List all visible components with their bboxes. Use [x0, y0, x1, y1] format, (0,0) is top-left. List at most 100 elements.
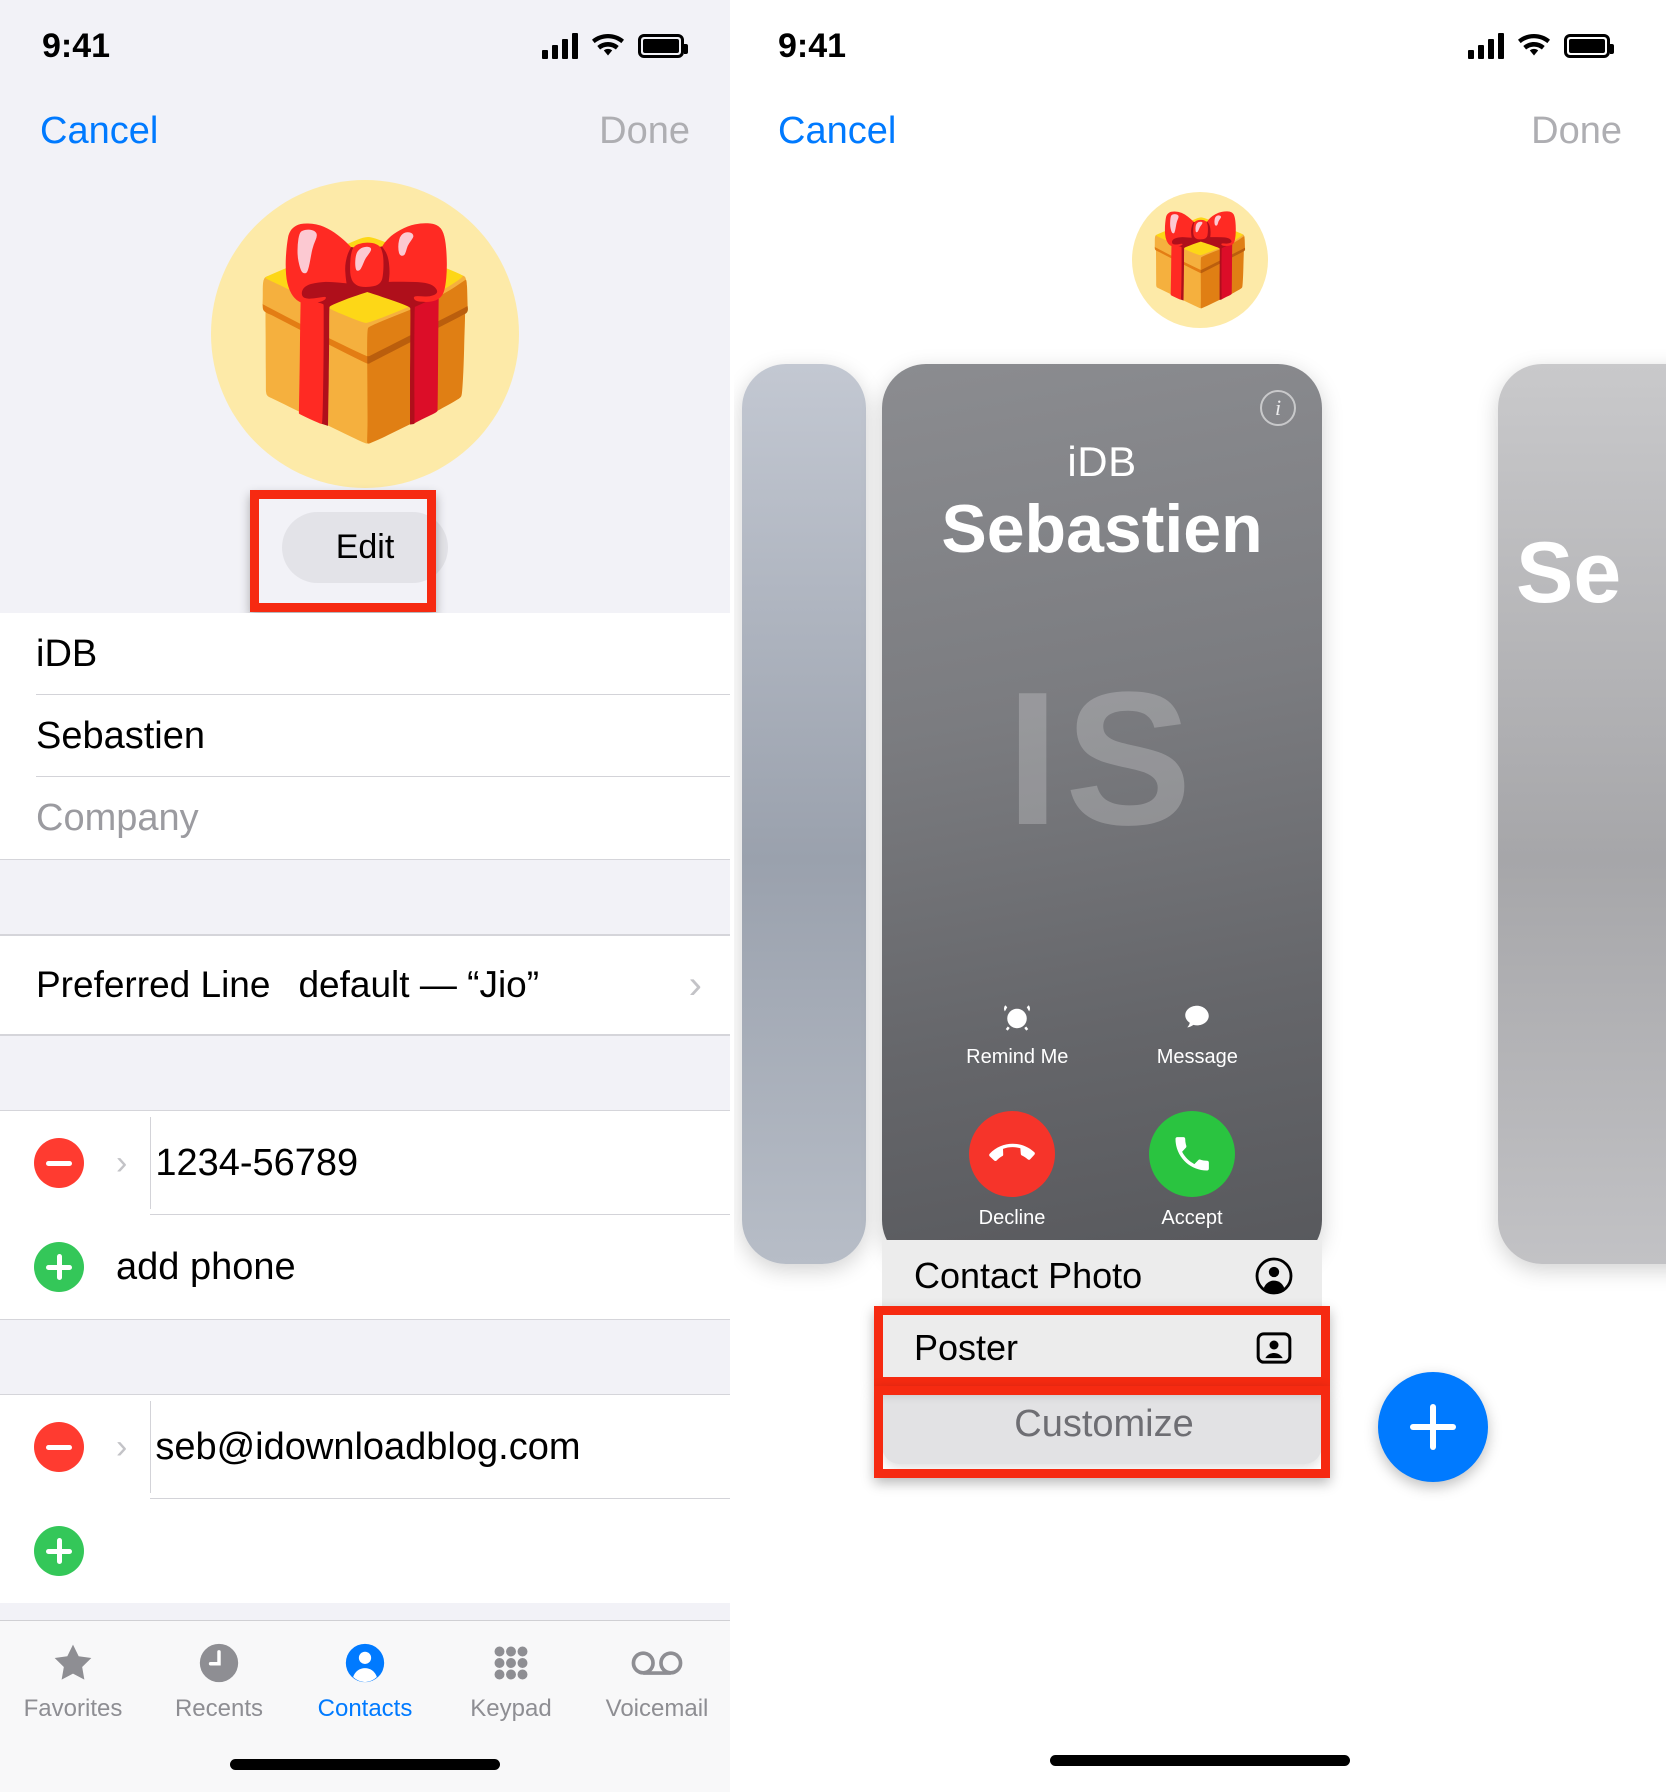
remind-me-button[interactable]: Remind Me: [966, 1002, 1068, 1069]
alarm-clock-icon: [1002, 1002, 1032, 1038]
add-phone-label: add phone: [116, 1245, 296, 1288]
remind-me-label: Remind Me: [966, 1046, 1069, 1068]
poster-first-line: iDB: [1067, 438, 1137, 485]
cancel-button[interactable]: Cancel: [40, 110, 158, 153]
add-poster-button[interactable]: [1378, 1372, 1488, 1482]
edit-button[interactable]: Edit: [281, 512, 449, 583]
cellular-bars-icon: [542, 33, 578, 59]
right-phone-screen: 9:41 Cancel Done 🎁 Se i iDB Sebastien IS…: [730, 0, 1666, 1792]
status-time: 9:41: [42, 26, 111, 65]
phone-value: 1234-56789: [155, 1141, 359, 1184]
secondary-actions-row: Remind Me Message: [882, 1002, 1322, 1069]
cellular-bars-icon: [1468, 33, 1504, 59]
name-fields-group: iDB Sebastien Company: [0, 613, 730, 859]
decline-button[interactable]: Decline: [969, 1111, 1055, 1230]
entry-divider: [150, 1117, 151, 1209]
add-email-row[interactable]: [0, 1499, 730, 1603]
done-button[interactable]: Done: [599, 110, 690, 153]
left-phone-screen: 9:41 Cancel Done 🎁 Edit iDB Sebastien Co…: [0, 0, 730, 1792]
tab-label: Favorites: [23, 1695, 123, 1722]
last-name-value: Sebastien: [36, 714, 206, 757]
add-email-icon[interactable]: [34, 1526, 84, 1576]
tab-contacts[interactable]: Contacts: [292, 1639, 438, 1723]
status-indicators: [542, 33, 688, 59]
contact-avatar[interactable]: 🎁: [211, 180, 519, 488]
chevron-right-icon: ›: [688, 962, 702, 1007]
accept-label: Accept: [1161, 1207, 1223, 1229]
add-phone-row[interactable]: add phone: [0, 1215, 730, 1319]
section-gap-3: [0, 1319, 730, 1395]
home-indicator: [230, 1759, 500, 1770]
previous-poster-card[interactable]: [742, 364, 866, 1264]
poster-card-icon: [1254, 1328, 1294, 1368]
battery-full-icon: [1564, 34, 1614, 58]
poster-preview-card[interactable]: i iDB Sebastien IS Remind Me Message Dec…: [882, 364, 1322, 1264]
tab-voicemail[interactable]: Voicemail: [584, 1639, 730, 1723]
done-button[interactable]: Done: [1531, 110, 1622, 153]
phone-icon: [1149, 1111, 1235, 1197]
call-actions: Remind Me Message Decline Accept: [882, 1002, 1322, 1264]
tab-recents[interactable]: Recents: [146, 1639, 292, 1723]
tab-keypad[interactable]: Keypad: [438, 1639, 584, 1723]
wifi-icon: [1518, 34, 1550, 58]
phone-down-icon: [969, 1111, 1055, 1197]
right-status-bar: 9:41: [734, 0, 1666, 92]
entry-divider: [150, 1401, 151, 1493]
person-circle-icon: [1254, 1256, 1294, 1296]
battery-full-icon: [638, 34, 688, 58]
clock-icon: [196, 1639, 242, 1687]
primary-actions-row: Decline Accept: [882, 1111, 1322, 1230]
left-status-bar: 9:41: [0, 0, 730, 92]
remove-phone-icon[interactable]: [34, 1138, 84, 1188]
keypad-grid-icon: [488, 1639, 534, 1687]
option-label: Customize: [1014, 1402, 1194, 1445]
poster-carousel: Se i iDB Sebastien IS Remind Me Message …: [734, 364, 1666, 1274]
poster-options-sheet: Contact Photo Poster Customize: [882, 1240, 1322, 1464]
contact-avatar[interactable]: 🎁: [1132, 192, 1268, 328]
tab-label: Recents: [174, 1695, 264, 1722]
last-name-row[interactable]: Sebastien: [0, 695, 730, 777]
poster-second-line: Sebastien: [941, 491, 1263, 567]
option-label: Contact Photo: [914, 1255, 1143, 1296]
add-phone-icon[interactable]: [34, 1242, 84, 1292]
star-icon: [50, 1639, 96, 1687]
person-circle-icon: [342, 1639, 388, 1687]
tab-label: Keypad: [470, 1695, 552, 1722]
preferred-line-row[interactable]: Preferred Line default — “Jio” ›: [0, 935, 730, 1035]
screenshot-root: 9:41 Cancel Done 🎁 Edit iDB Sebastien Co…: [0, 0, 1666, 1792]
email-entry-row[interactable]: › seb@idownloadblog.com: [0, 1395, 730, 1499]
cancel-button[interactable]: Cancel: [778, 110, 896, 153]
tab-favorites[interactable]: Favorites: [0, 1639, 146, 1723]
option-label: Poster: [914, 1327, 1019, 1368]
section-gap-1: [0, 859, 730, 935]
message-button[interactable]: Message: [1157, 1002, 1238, 1069]
option-contact-photo[interactable]: Contact Photo: [882, 1240, 1322, 1312]
gift-emoji-icon: 🎁: [1145, 210, 1255, 309]
info-icon[interactable]: i: [1260, 390, 1296, 426]
option-customize[interactable]: Customize: [882, 1384, 1322, 1464]
company-placeholder: Company: [36, 796, 199, 839]
voicemail-icon: [631, 1639, 683, 1687]
message-bubble-icon: [1182, 1002, 1212, 1038]
poster-name-block: iDB Sebastien: [882, 438, 1322, 568]
decline-label: Decline: [978, 1207, 1046, 1229]
tab-label: Voicemail: [605, 1695, 709, 1722]
tab-label: Contacts: [317, 1695, 413, 1722]
left-nav-bar: Cancel Done: [0, 92, 730, 170]
preferred-line-value: default — “Jio”: [298, 964, 540, 1005]
remove-email-icon[interactable]: [34, 1422, 84, 1472]
tab-bar: Favorites Recents Contacts Keypad Voicem…: [0, 1620, 730, 1792]
poster-monogram: IS: [1006, 653, 1198, 865]
option-poster[interactable]: Poster: [882, 1312, 1322, 1384]
section-gap-2: [0, 1035, 730, 1111]
avatar-section: 🎁 Edit: [0, 170, 730, 613]
right-nav-bar: Cancel Done: [734, 92, 1666, 170]
accept-button[interactable]: Accept: [1149, 1111, 1235, 1230]
home-indicator: [1050, 1755, 1350, 1766]
phone-entry-row[interactable]: › 1234-56789: [0, 1111, 730, 1215]
next-card-name: Se: [1516, 525, 1622, 621]
next-poster-card[interactable]: Se: [1498, 364, 1666, 1264]
chevron-right-icon: ›: [116, 1143, 128, 1182]
company-row[interactable]: Company: [0, 777, 730, 859]
first-name-row[interactable]: iDB: [0, 613, 730, 695]
